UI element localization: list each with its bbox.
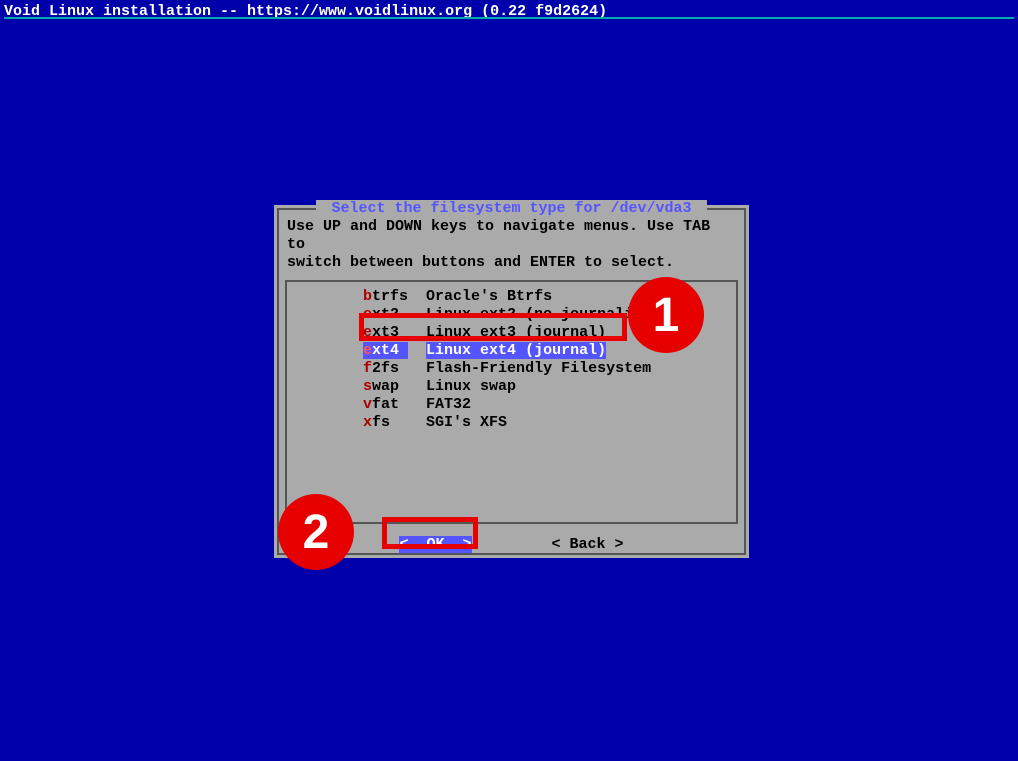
filesystem-dialog: Select the filesystem type for /dev/vda3… [274,205,749,558]
header-rule [4,17,1014,19]
fs-option-swap[interactable]: swap Linux swap [363,378,728,396]
fs-option-vfat[interactable]: vfat FAT32 [363,396,728,414]
annotation-marker-2: 2 [278,494,354,570]
dialog-instructions: Use UP and DOWN keys to navigate menus. … [279,210,744,276]
dialog-title: Select the filesystem type for /dev/vda3 [316,200,706,217]
ok-button[interactable]: < OK > [399,536,471,553]
back-button[interactable]: < Back > [552,536,624,553]
annotation-marker-1: 1 [628,277,704,353]
fs-option-xfs[interactable]: xfs SGI's XFS [363,414,728,432]
fs-option-f2fs[interactable]: f2fs Flash-Friendly Filesystem [363,360,728,378]
